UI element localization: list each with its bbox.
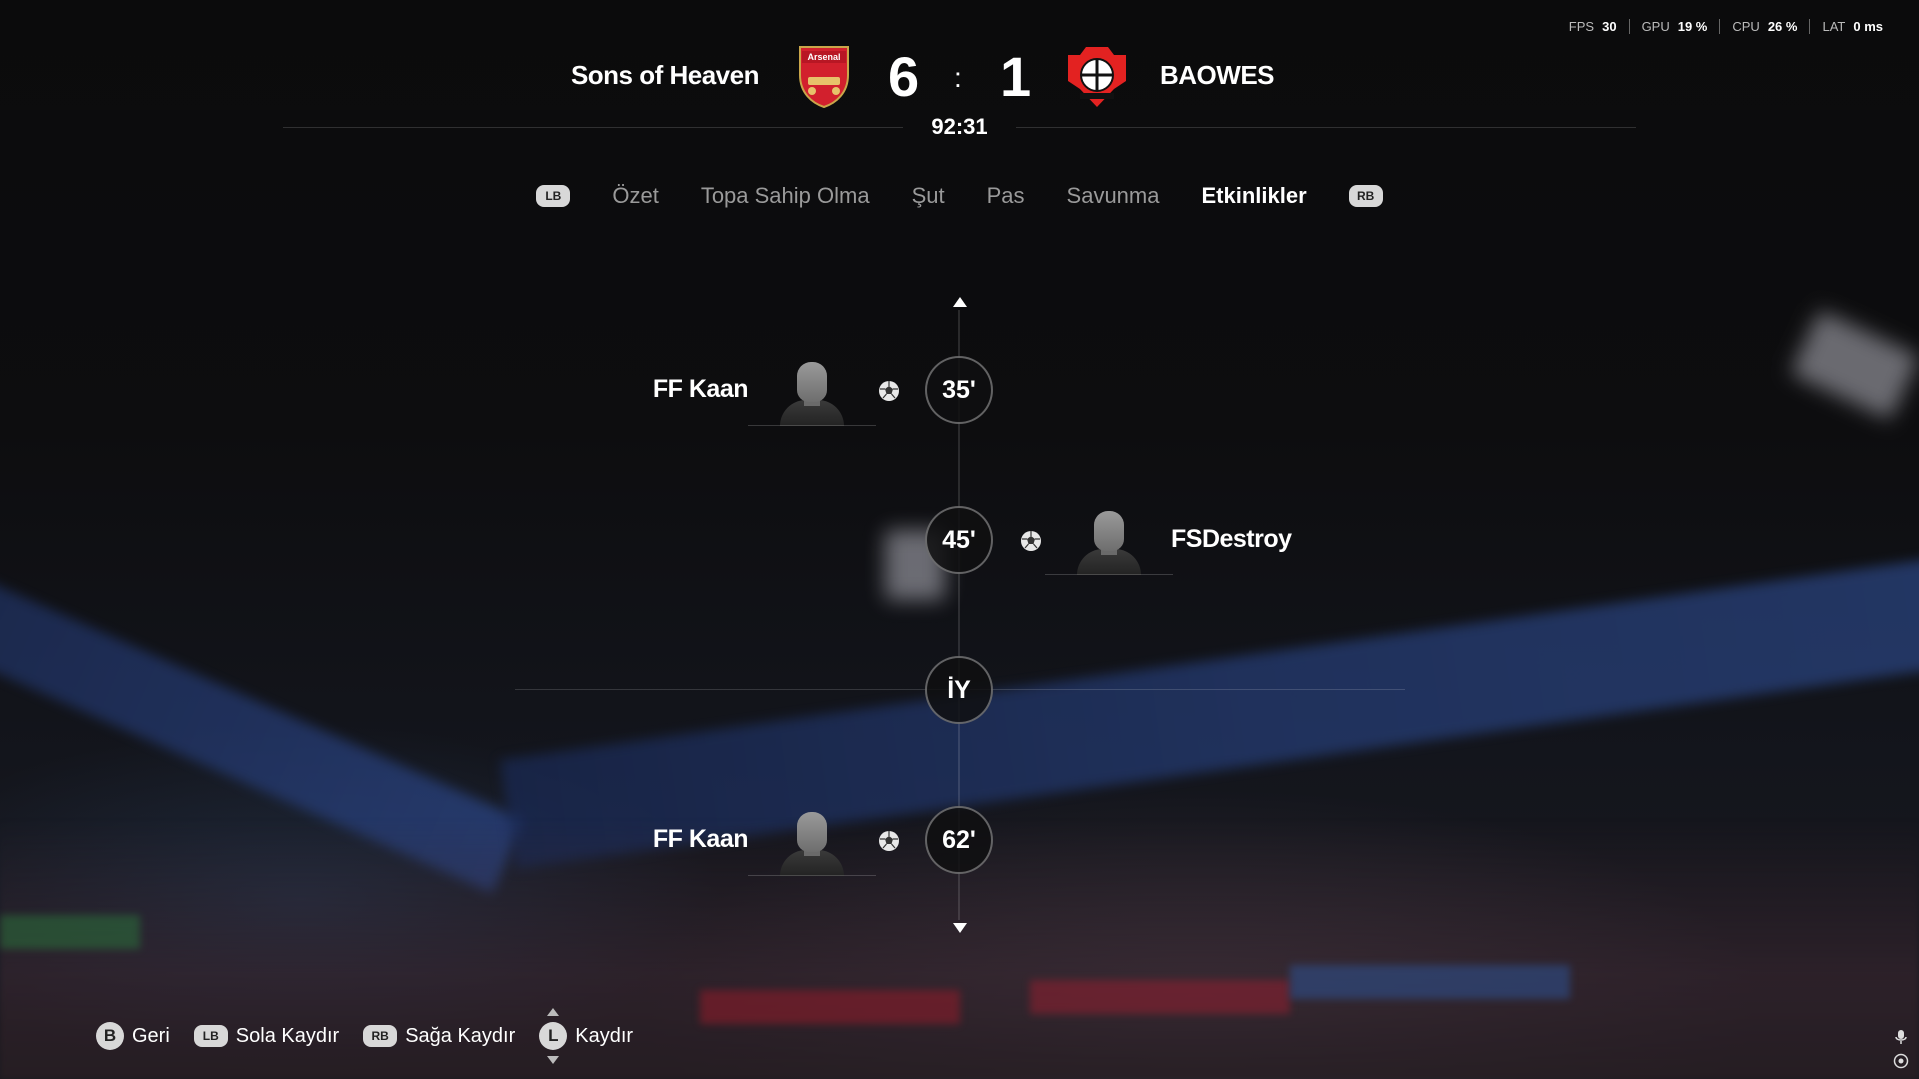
cpu-value: 26 % (1767, 19, 1798, 34)
scoreboard: Sons of Heaven Arsenal 6 : 1 BAOWES (0, 40, 1919, 120)
back-label: Geri (132, 1024, 170, 1047)
away-score: 1 (1000, 45, 1032, 108)
scroll-left-prompt[interactable]: LB Sola Kaydır (193, 1024, 340, 1048)
scroll-left-label: Sola Kaydır (235, 1024, 340, 1047)
tab-etkinlikler[interactable]: Etkinlikler (1201, 183, 1306, 209)
lat-value: 0 ms (1853, 19, 1883, 34)
stats-tab-bar: LB Özet Topa Sahip Olma Şut Pas Savunma … (0, 183, 1919, 209)
tab-sut[interactable]: Şut (912, 183, 945, 209)
svg-text:Arsenal: Arsenal (807, 52, 840, 62)
tab-savunma[interactable]: Savunma (1067, 183, 1160, 209)
goal-ball-icon (879, 831, 899, 851)
player-avatar (776, 360, 848, 426)
scroll-label: Kaydır (575, 1024, 634, 1047)
event-minute-badge: 62' (925, 806, 993, 874)
lb-button-icon: LB (193, 1025, 228, 1047)
lb-bumper-icon[interactable]: LB (536, 185, 571, 207)
banner (700, 990, 960, 1024)
gpu-value: 19 % (1677, 19, 1708, 34)
button-prompt-bar: B Geri LB Sola Kaydır RB Sağa Kaydır L K… (96, 1008, 634, 1064)
scroll-prompt[interactable]: L Kaydır (539, 1008, 634, 1064)
player-avatar (1073, 509, 1145, 575)
home-team-name: Sons of Heaven (570, 60, 760, 90)
goal-ball-icon (879, 381, 899, 401)
rb-button-icon: RB (363, 1025, 398, 1047)
back-prompt[interactable]: B Geri (96, 1022, 170, 1050)
scroll-right-label: Sağa Kaydır (405, 1024, 516, 1047)
event-minute-badge: 45' (925, 506, 993, 574)
banner (1290, 965, 1570, 999)
avatar-underline (748, 875, 876, 876)
avatar-underline (748, 425, 876, 426)
arsenal-crest-icon: Arsenal (799, 46, 849, 109)
event-player-name: FF Kaan (652, 375, 749, 403)
network-status-icon (1893, 1053, 1909, 1069)
goal-ball-icon (1021, 531, 1041, 551)
scroll-up-arrow-icon[interactable] (953, 297, 967, 307)
tab-topa-sahip-olma[interactable]: Topa Sahip Olma (701, 183, 870, 209)
microphone-icon (1895, 1030, 1907, 1044)
event-player-name: FSDestroy (1171, 525, 1292, 553)
floodlight (1790, 310, 1919, 420)
performance-hud: FPS 30 GPU 19 % CPU 26 % LAT 0 ms (1557, 19, 1895, 34)
b-button-icon: B (96, 1022, 124, 1050)
banner (0, 915, 140, 949)
leverkusen-crest-icon (1068, 47, 1126, 107)
event-minute-badge: 35' (925, 356, 993, 424)
rb-bumper-icon[interactable]: RB (1348, 185, 1383, 207)
corner-status-icons (1893, 1029, 1909, 1069)
left-stick-icon: L (539, 1008, 568, 1064)
tab-ozet[interactable]: Özet (612, 183, 658, 209)
scroll-right-prompt[interactable]: RB Sağa Kaydır (363, 1025, 515, 1048)
half-time-badge: İY (925, 656, 993, 724)
away-team-name: BAOWES (1160, 60, 1275, 90)
event-player-name: FF Kaan (652, 825, 749, 853)
player-avatar (776, 810, 848, 876)
match-clock: 92:31 (931, 114, 988, 139)
fps-value: 30 (1602, 19, 1617, 34)
scroll-down-arrow-icon[interactable] (953, 923, 967, 933)
banner (1030, 980, 1290, 1014)
score-separator: : (954, 62, 962, 93)
home-score: 6 (888, 45, 920, 108)
avatar-underline (1045, 574, 1173, 575)
tab-pas[interactable]: Pas (987, 183, 1025, 209)
